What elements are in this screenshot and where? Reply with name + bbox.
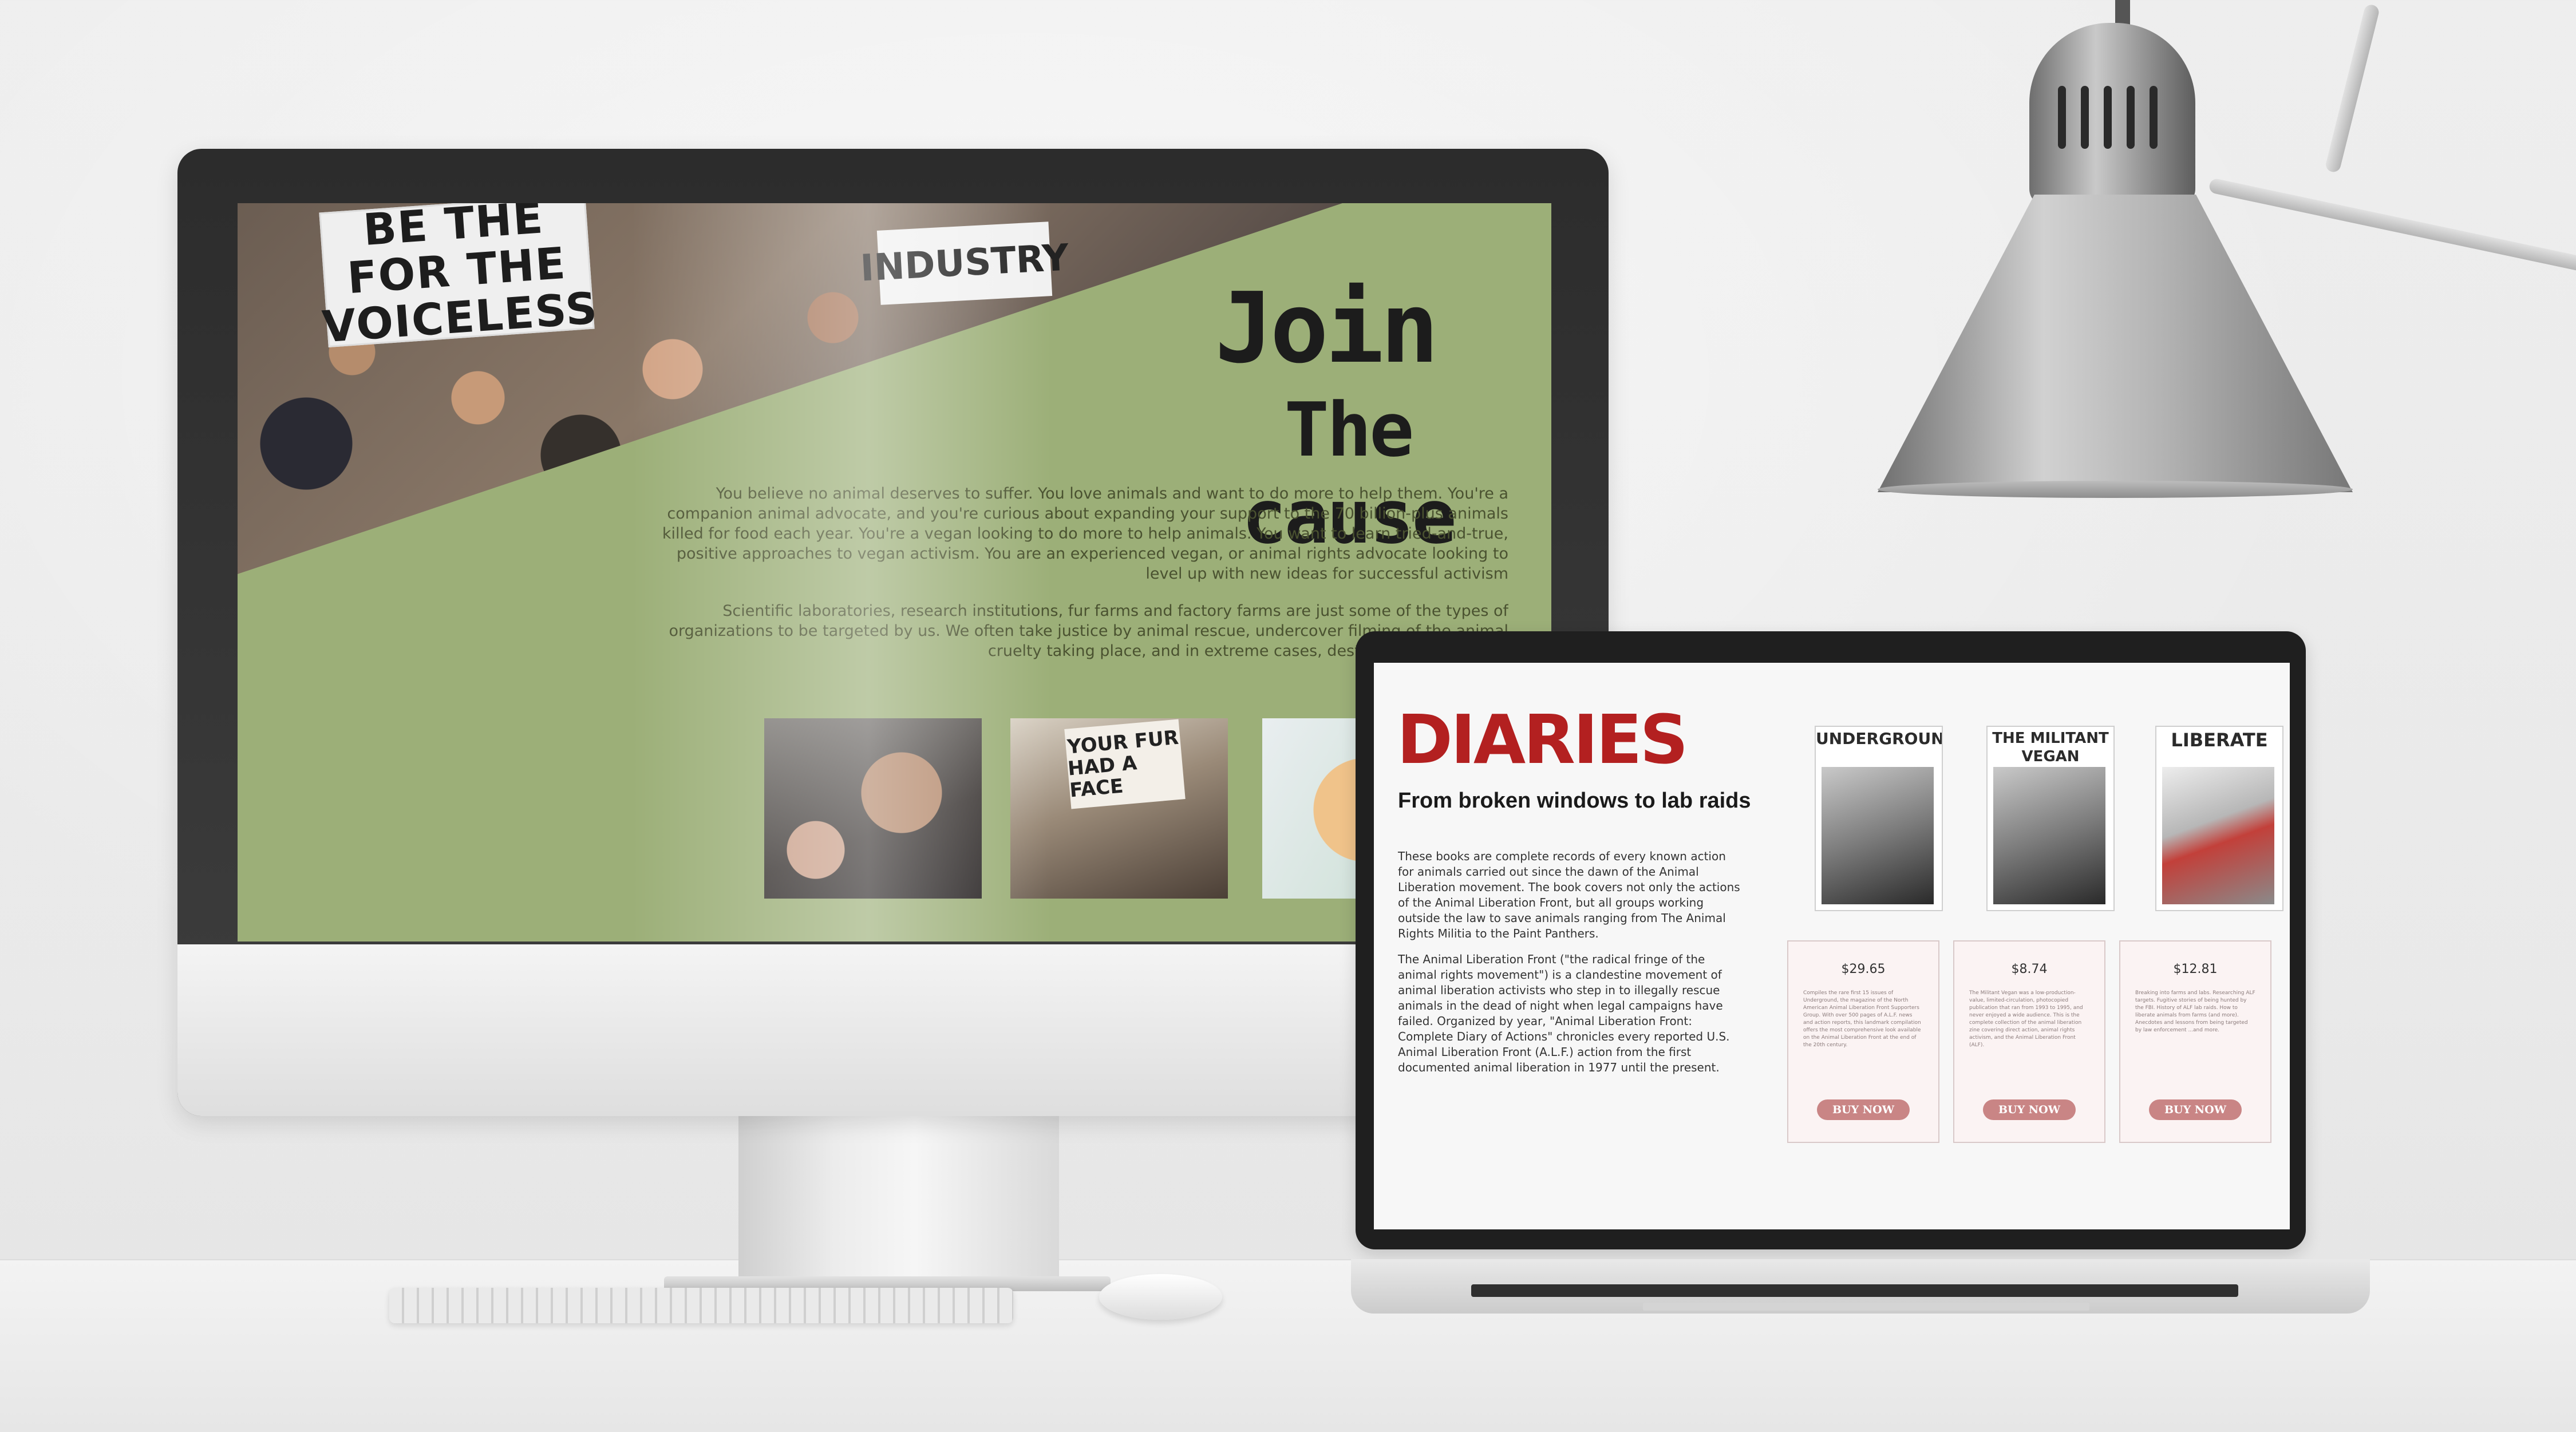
buy-now-button[interactable]: BUY NOW [2149, 1099, 2242, 1120]
hero-title-join: Join [1215, 272, 1439, 385]
laptop-trackpad [1643, 1303, 2089, 1311]
buy-now-button[interactable]: BUY NOW [1983, 1099, 2076, 1120]
book-cover-art [1822, 767, 1934, 904]
lamp-vent [2127, 86, 2135, 149]
buy-now-button[interactable]: BUY NOW [1817, 1099, 1910, 1120]
lamp-vent [2104, 86, 2112, 149]
protest-sign-industry: INDUSTRY [859, 221, 1070, 305]
product-price: $12.81 [2173, 962, 2218, 976]
book-cover-art [2162, 767, 2274, 904]
sign-text: HAD A FACE [1066, 751, 1138, 802]
product-card: $29.65 Compiles the rare first 15 issues… [1787, 940, 1939, 1143]
desktop-webpage: BE THE FOR THE VOICELESS INDUSTRY Join T… [238, 203, 1551, 942]
protest-sign-voiceless: BE THE FOR THE VOICELESS [319, 203, 599, 353]
product-description: The Militant Vegan was a low-production-… [1969, 990, 2083, 1048]
diaries-subtitle: From broken windows to lab raids [1398, 789, 1751, 813]
keyboard [389, 1288, 1013, 1323]
book-cover-liberate[interactable]: LIBERATE [2155, 726, 2283, 911]
book-cover-militant-vegan[interactable]: THE MILITANT VEGAN [1986, 726, 2115, 911]
lamp-vent [2058, 86, 2066, 149]
diaries-paragraph: The Animal Liberation Front ("the radica… [1398, 952, 1730, 1074]
product-price: $8.74 [2011, 962, 2048, 976]
lamp-rim [1878, 481, 2353, 498]
book-cover-title: UNDERGROUND [1816, 729, 1942, 748]
gallery-image-fur-protest[interactable]: YOUR FUR HAD A FACE [1010, 718, 1228, 899]
book-cover-title: LIBERATE [2171, 729, 2268, 751]
book-cover-art [1993, 767, 2105, 904]
diaries-title: DIARIES [1397, 700, 1689, 779]
hero-paragraph: You believe no animal deserves to suffer… [662, 485, 1508, 583]
product-card: $8.74 The Militant Vegan was a low-produ… [1953, 940, 2105, 1143]
lamp-cap [2029, 23, 2195, 206]
lamp-vent [2150, 86, 2158, 149]
book-cover-underground[interactable]: UNDERGROUND [1815, 726, 1943, 911]
book-cover-title: THE MILITANT VEGAN [1992, 730, 2109, 765]
protest-sign-fur: YOUR FUR HAD A FACE [1064, 719, 1186, 809]
product-price: $29.65 [1841, 962, 1886, 976]
mouse [1099, 1274, 1222, 1320]
product-card: $12.81 Breaking into farms and labs. Res… [2119, 940, 2271, 1143]
gallery-image-activist[interactable] [764, 718, 982, 899]
sign-text: INDUSTRY [859, 236, 1070, 290]
laptop-webpage: DIARIES From broken windows to lab raids… [1374, 663, 2290, 1229]
product-description: Compiles the rare first 15 issues of Und… [1803, 990, 1921, 1048]
laptop-keyboard [1471, 1284, 2238, 1297]
product-description: Breaking into farms and labs. Researchin… [2135, 990, 2255, 1033]
imac-stand [738, 1116, 1059, 1288]
lamp-vent [2081, 86, 2089, 149]
diaries-paragraph: These books are complete records of ever… [1398, 849, 1740, 940]
